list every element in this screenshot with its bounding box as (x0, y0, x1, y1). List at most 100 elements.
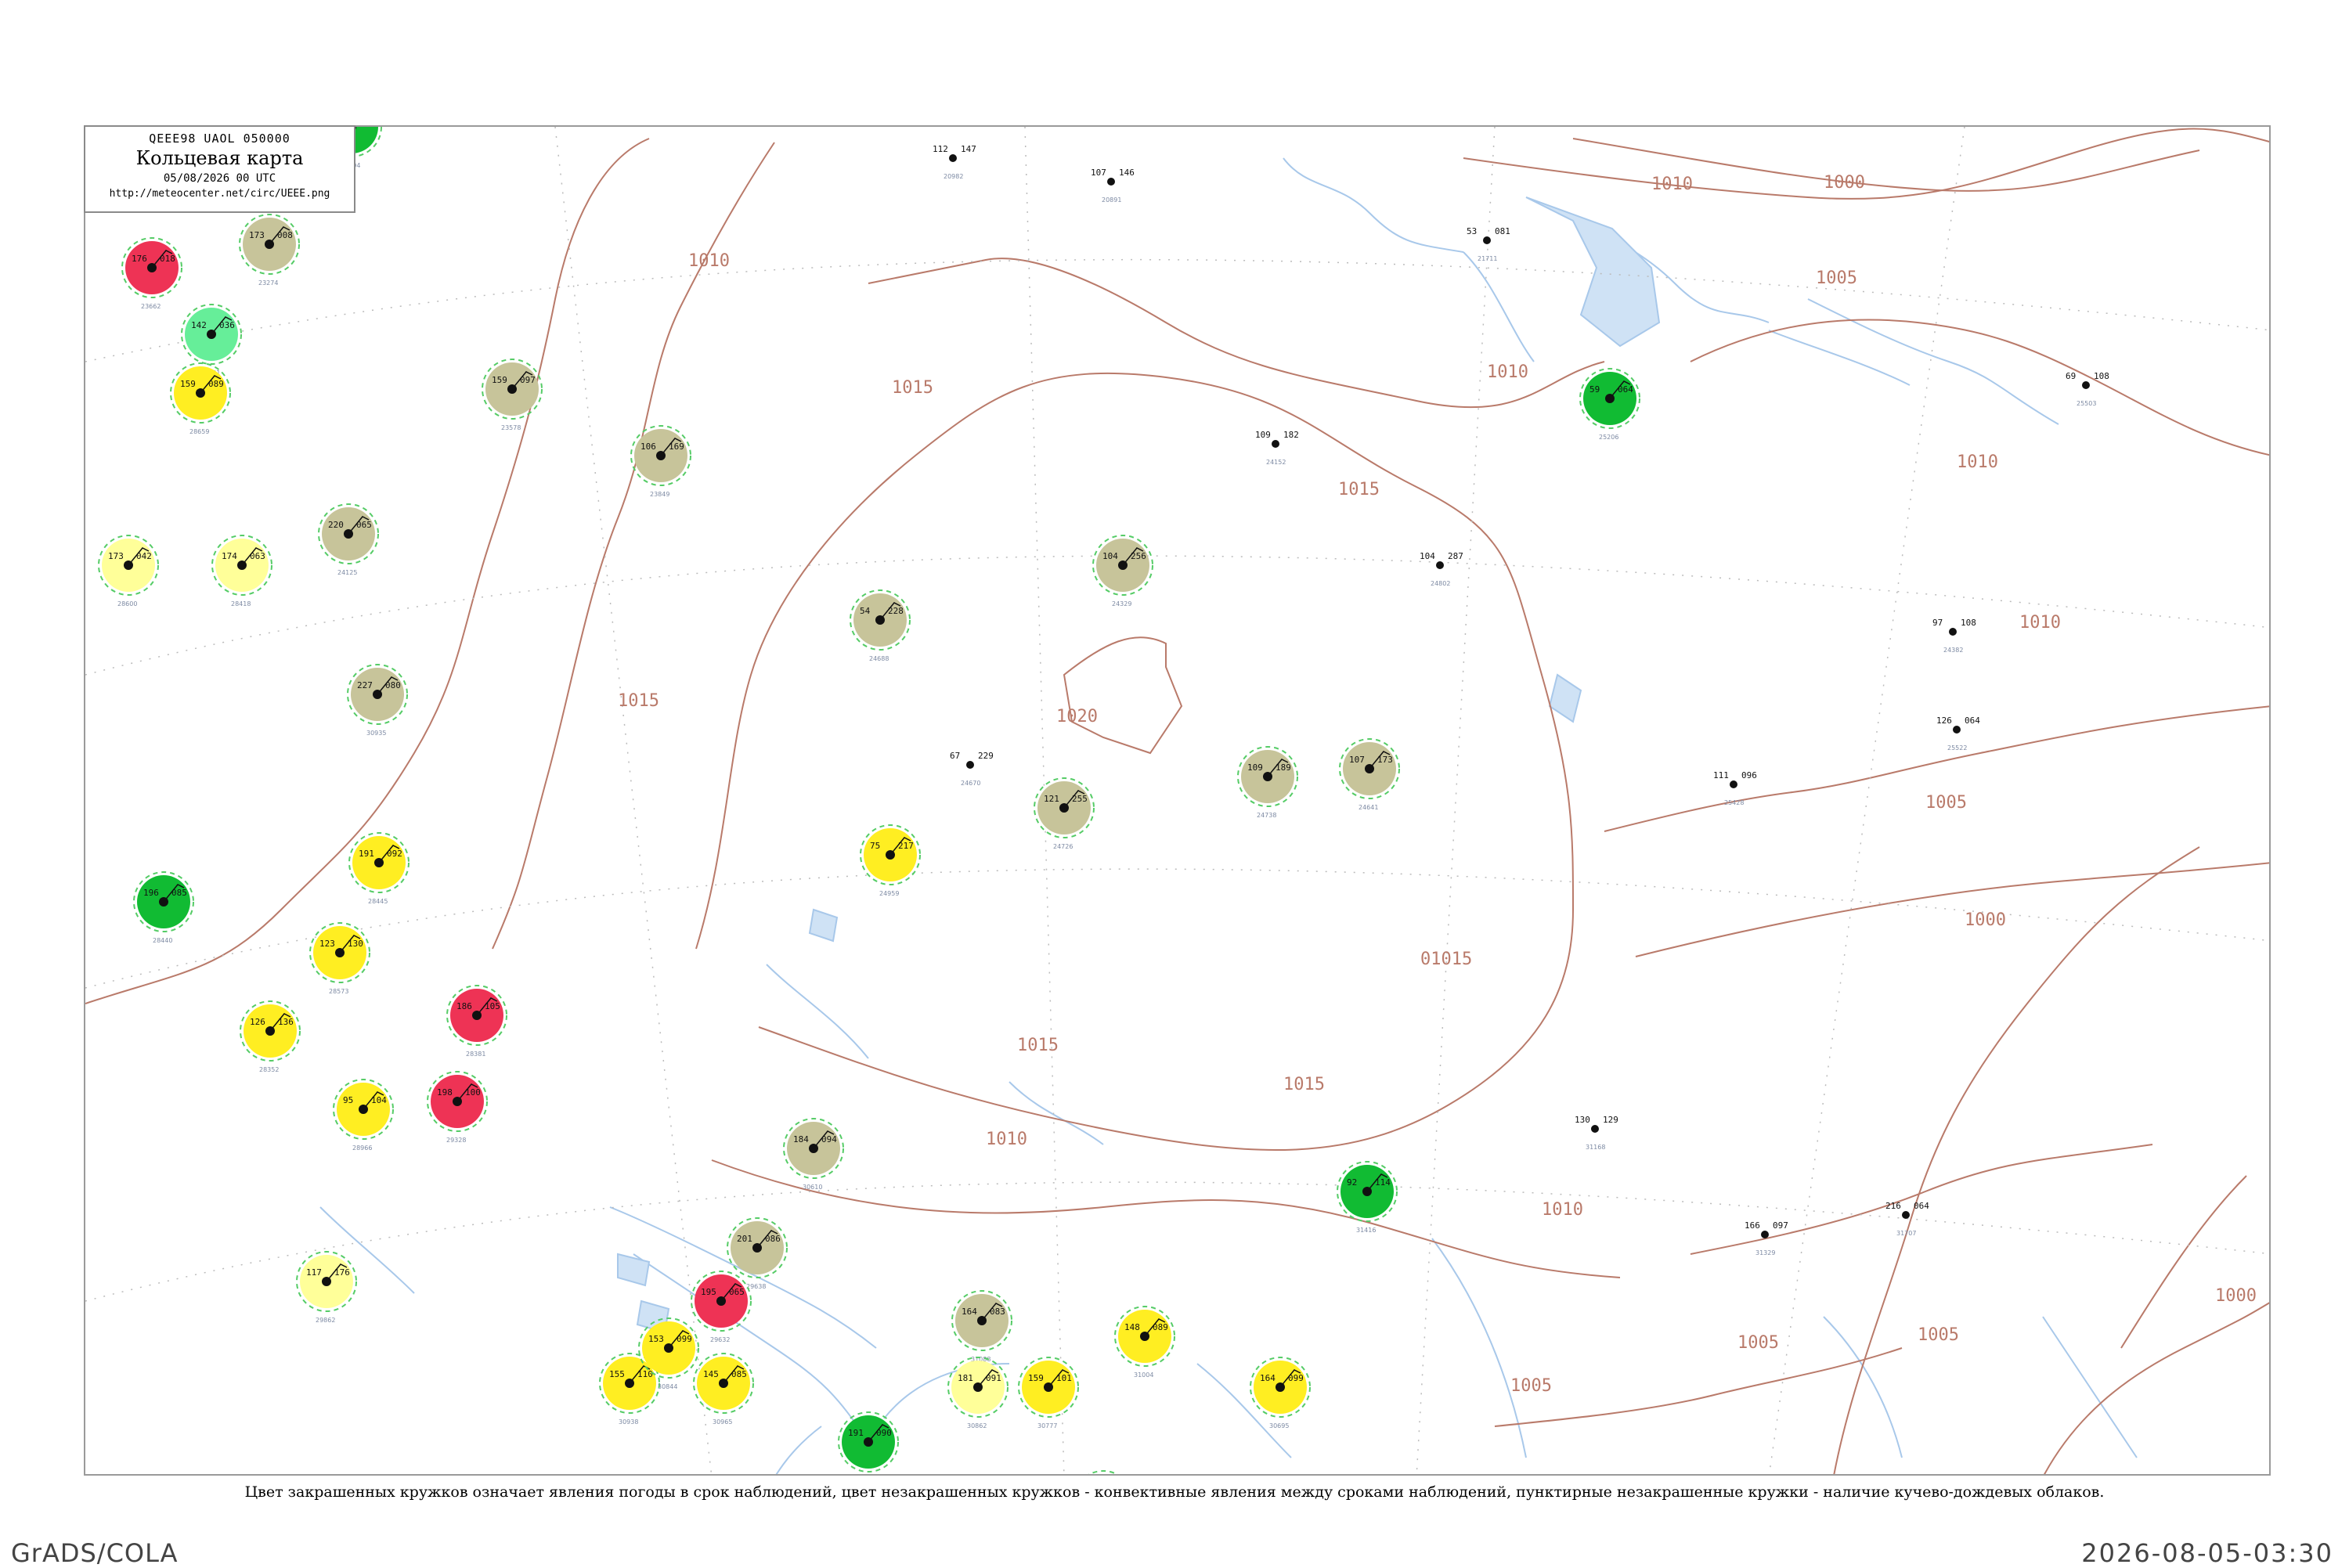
source-link[interactable]: http://meteocenter.net/circ/UEEE.png (85, 188, 354, 200)
pressure-value: 101 (1056, 1373, 1072, 1383)
pressure-value: 108 (1961, 618, 1976, 628)
rivers (319, 157, 2138, 1474)
isobar-label: 01015 (1420, 950, 1472, 969)
station-plot: 75 217 24959 (860, 824, 921, 897)
station-index: 25206 (1599, 434, 1618, 441)
pressure-value: 110 (637, 1369, 653, 1379)
temperature-value: 176 (132, 254, 147, 264)
temperature-value: 130 (1575, 1115, 1590, 1125)
map-canvas: 1010 1000 1005 1015 1015 1010 1010 1010 … (85, 127, 2269, 1476)
pressure-value: 255 (1072, 794, 1088, 804)
map-title: Кольцевая карта (135, 147, 304, 169)
isobar-label: 1015 (1283, 1075, 1325, 1094)
pressure-value: 189 (1276, 762, 1291, 773)
temperature-value: 198 (437, 1087, 453, 1098)
isobar-label: 1000 (2215, 1286, 2257, 1306)
station-dot (1949, 628, 1957, 636)
temperature-value: 173 (249, 230, 265, 240)
station-plot: 106 169 23849 (630, 425, 691, 498)
station-plot: 112 147 20982 (933, 144, 976, 180)
station-index: 24641 (1359, 804, 1378, 811)
pressure-value: 130 (348, 939, 363, 949)
isobar-label: 1010 (2019, 613, 2061, 633)
temperature-value: 117 (306, 1267, 322, 1278)
station-index: 30844 (658, 1383, 677, 1390)
isobar-label: 1015 (892, 378, 933, 398)
station-index: 24152 (1266, 459, 1286, 466)
isobar-label: 1000 (1965, 910, 2006, 930)
station-plot: 191 092 28445 (348, 832, 410, 905)
station-plot: 104 256 24329 (1092, 535, 1153, 607)
temperature-value: 153 (648, 1334, 664, 1344)
station-plot: 173 042 28600 (98, 535, 159, 607)
cb-ring (1088, 1470, 1119, 1474)
temperature-value: 186 (456, 1001, 472, 1011)
station-plot: 198 100 29328 (427, 1071, 488, 1144)
pressure-value: 182 (1283, 430, 1299, 440)
station-plot: 148 089 31004 (1114, 1306, 1175, 1379)
render-timestamp: 2026-08-05-03:30 (2081, 1538, 2333, 1568)
station-plot: 159 101 30777 (1018, 1357, 1079, 1429)
station-plot: 130 129 31168 (1575, 1115, 1618, 1151)
station-index: 21711 (1478, 255, 1497, 262)
pressure-value: 169 (669, 442, 684, 452)
station-index: 28600 (117, 600, 137, 607)
station-index: 24802 (1431, 580, 1450, 587)
station-index: 24738 (1257, 812, 1276, 819)
station-index: 29632 (710, 1336, 730, 1343)
station-index: 24688 (869, 655, 889, 662)
station-plot: 196 085 28440 (133, 871, 194, 944)
pressure-value: 256 (1131, 551, 1146, 561)
station-index: 20891 (1102, 196, 1121, 204)
pressure-value: 176 (334, 1267, 350, 1278)
temperature-value: 155 (609, 1369, 625, 1379)
station-index: 24959 (879, 890, 899, 897)
temperature-value: 196 (143, 888, 159, 898)
station-plot: 176 018 23662 (121, 237, 182, 310)
pressure-value: 287 (1448, 551, 1463, 561)
weather-disk (1077, 1474, 1130, 1476)
station-plot: 220 065 24125 (318, 503, 379, 576)
station-index: 29862 (316, 1317, 335, 1324)
pressure-value: 080 (385, 680, 401, 690)
pressure-value: 036 (219, 320, 235, 330)
isobar-label: 1010 (1542, 1200, 1583, 1220)
station-dot (1761, 1231, 1769, 1238)
station-plot: 107 173 24641 (1339, 738, 1400, 811)
temperature-value: 126 (250, 1017, 265, 1027)
pressure-value: 083 (990, 1307, 1005, 1317)
temperature-value: 195 (701, 1287, 716, 1297)
pressure-value: 217 (898, 841, 914, 851)
station-index: 28352 (259, 1066, 279, 1073)
station-plot: 164 08331088 (951, 1290, 1012, 1363)
pressure-value: 173 (1377, 755, 1393, 765)
station-layer: 1730082327415909723578142036236311061692… (98, 127, 1640, 1476)
isobar-label: 1005 (1510, 1376, 1552, 1396)
temperature-value: 107 (1091, 168, 1106, 178)
station-index: 31329 (1755, 1249, 1775, 1256)
temperature-value: 104 (1420, 551, 1435, 561)
pressure-value: 114 (1375, 1177, 1391, 1188)
pressure-value: 092 (387, 849, 402, 859)
isobar-label: 1005 (1918, 1325, 1959, 1345)
station-index: 24726 (1053, 843, 1073, 850)
station-plot: 195 065 29632 (691, 1271, 752, 1343)
isobar-label: 1015 (1338, 480, 1380, 499)
pressure-value: 136 (278, 1017, 294, 1027)
isobar-label: 1010 (1651, 175, 1693, 194)
station-index: 31707 (1896, 1230, 1916, 1237)
station-dot (1902, 1211, 1910, 1219)
map-legend: QEEE98 UAOL 050000 Кольцевая карта 05/08… (84, 125, 355, 213)
pressure-value: 097 (1773, 1220, 1788, 1231)
temperature-value: 227 (357, 680, 373, 690)
temperature-value: 75 (870, 841, 880, 851)
pressure-value: 008 (277, 230, 293, 240)
station-dot (2082, 381, 2090, 389)
temperature-value: 53 (1467, 226, 1477, 236)
pressure-value: 064 (1914, 1201, 1929, 1211)
station-plot: 159 097 23578 (482, 359, 543, 431)
temperature-value: 145 (703, 1369, 719, 1379)
temperature-value: 220 (328, 520, 344, 530)
station-index: 23274 (258, 279, 278, 287)
temperature-value: 159 (492, 375, 507, 385)
